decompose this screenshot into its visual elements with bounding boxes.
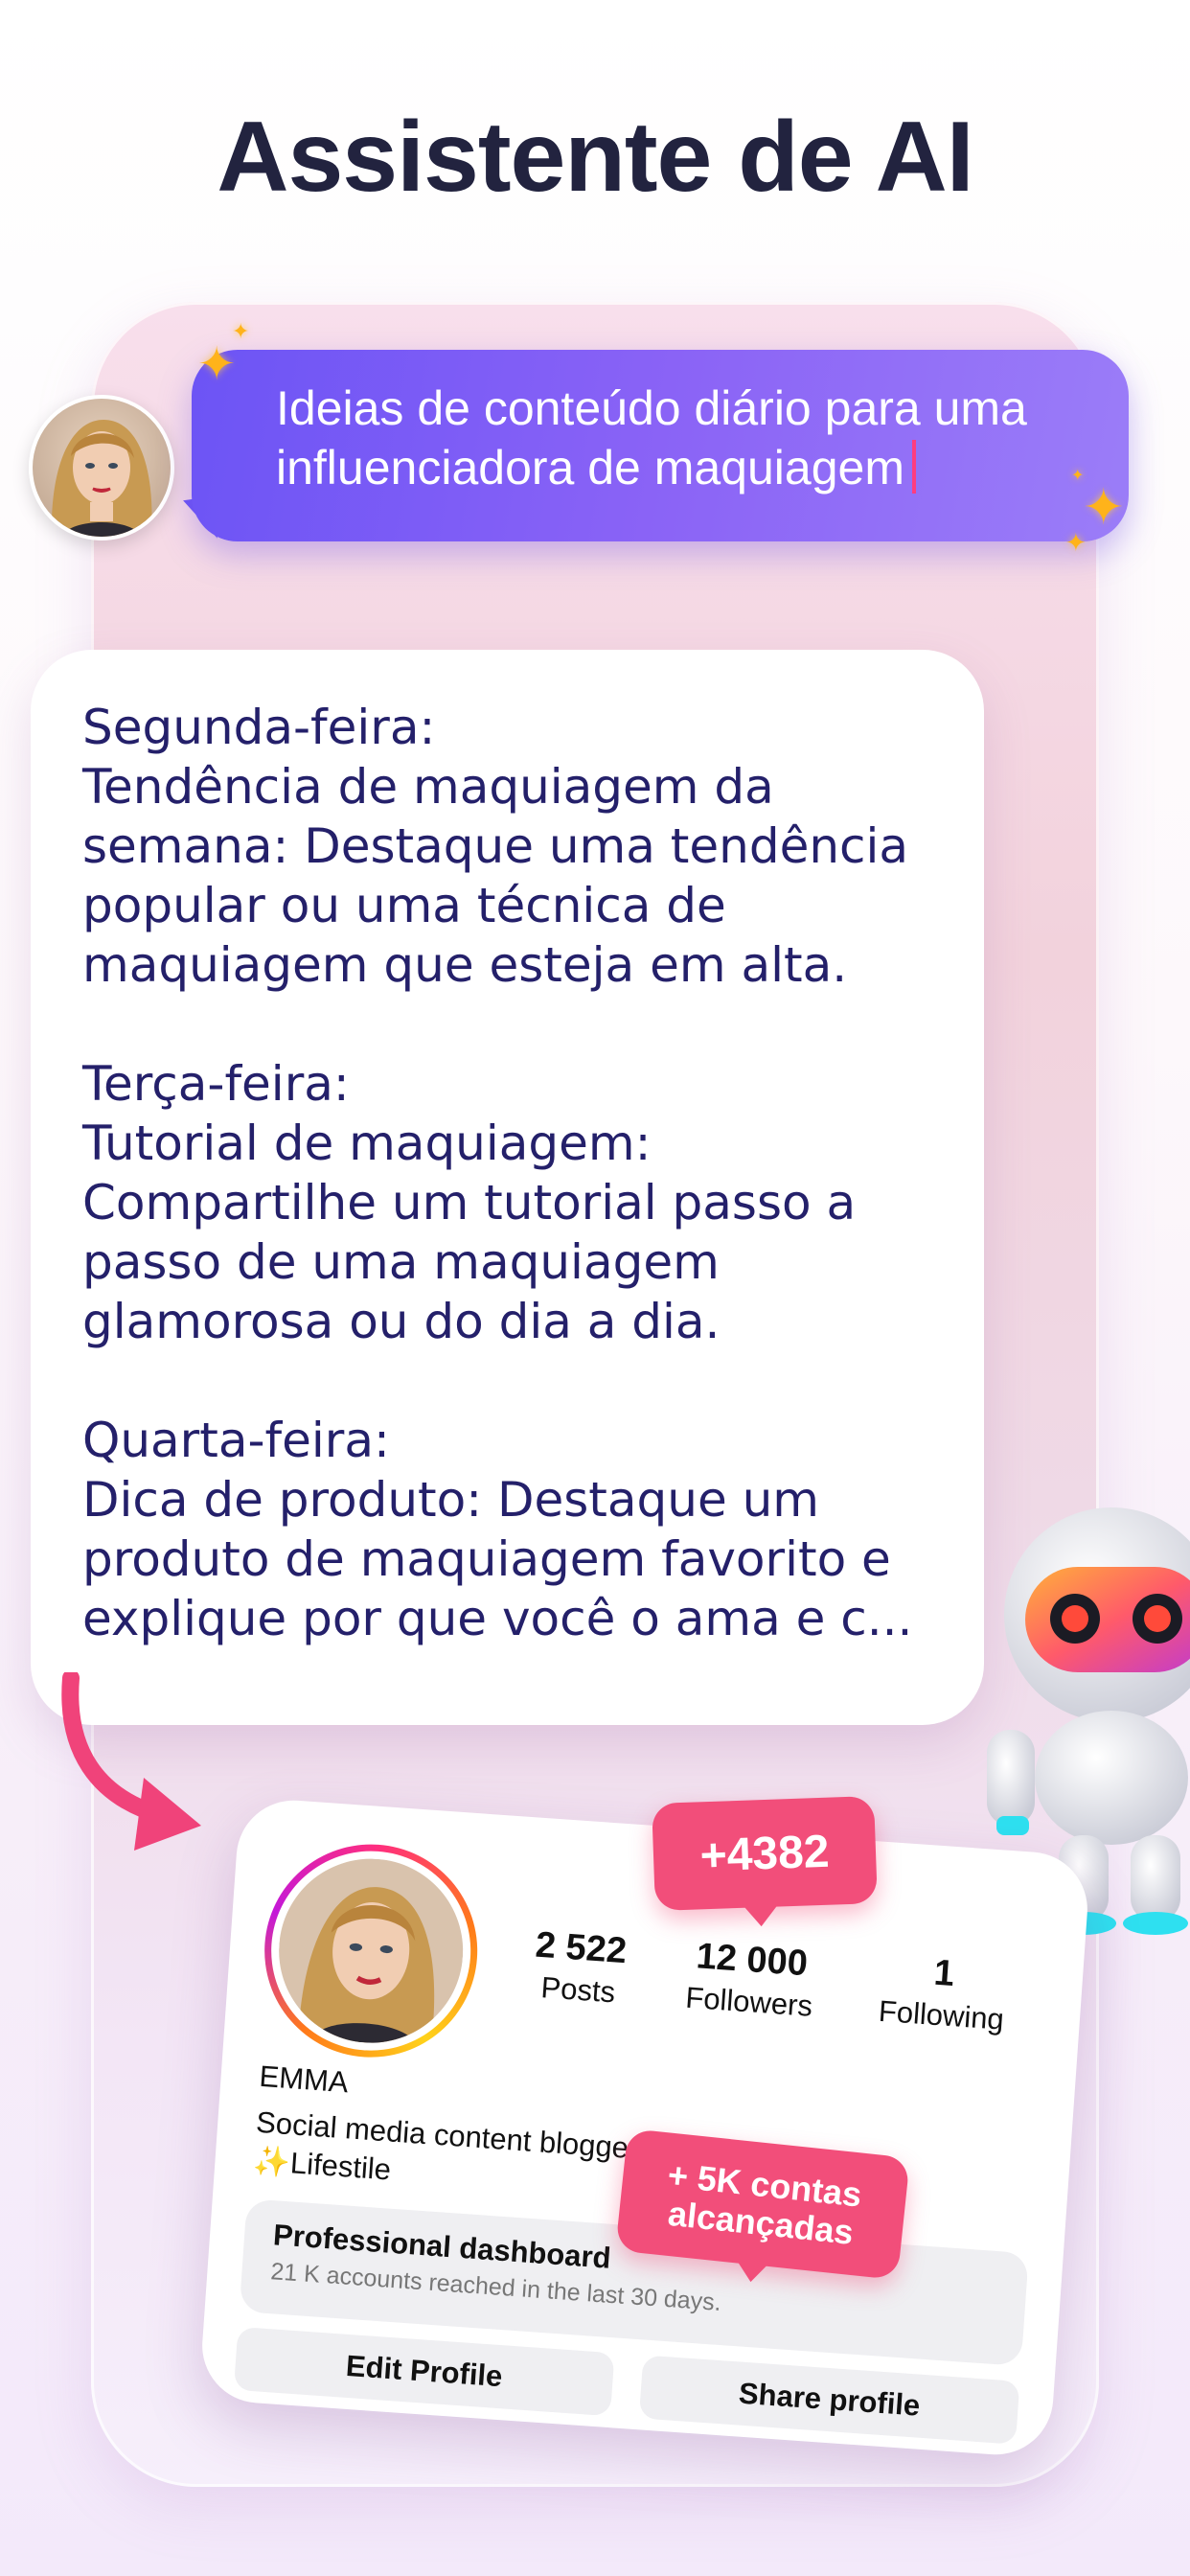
profile-bio: Social media content blogger ✨Lifestile xyxy=(251,2104,639,2217)
text-cursor xyxy=(911,440,916,494)
page-headline: Assistente de AI xyxy=(217,102,973,213)
ai-answer-card: Segunda-feira: Tendência de maquiagem da… xyxy=(31,650,984,1725)
stat-following-value: 1 xyxy=(932,1952,956,1995)
tuesday-body: Tutorial de maquiagem: Compartilhe um tu… xyxy=(82,1116,857,1349)
stat-followers-label: Followers xyxy=(684,1980,814,2023)
profile-avatar-ring xyxy=(257,1837,485,2065)
profile-avatar xyxy=(272,1852,469,2050)
sparkle-icon: ✦ xyxy=(1065,529,1087,558)
sparkle-icon: ✦ xyxy=(1083,479,1125,537)
stat-followers-value: 12 000 xyxy=(695,1936,810,1985)
sparkle-icon: ✦ xyxy=(1071,466,1085,484)
sparkle-icon: ✦ xyxy=(232,320,250,344)
stat-following-label: Following xyxy=(877,1993,1005,2036)
prompt-line-1: Ideias de conteúdo diário para uma xyxy=(276,381,1027,435)
profile-name: EMMA xyxy=(258,2058,350,2100)
woman-portrait-icon xyxy=(272,1852,469,2050)
sparkle-icon: ✦ xyxy=(197,337,237,391)
monday-body: Tendência de maquiagem da semana: Destaq… xyxy=(82,759,909,993)
woman-portrait-icon xyxy=(33,399,171,537)
prompt-text: Ideias de conteúdo diário para uma influ… xyxy=(276,379,1090,497)
edit-profile-button[interactable]: Edit Profile xyxy=(233,2326,615,2417)
share-profile-button[interactable]: Share profile xyxy=(638,2355,1020,2445)
stat-posts[interactable]: 2 522 Posts xyxy=(532,1925,629,2011)
wednesday-title: Quarta-feira: xyxy=(82,1413,390,1468)
tuesday-title: Terça-feira: xyxy=(82,1056,350,1112)
curved-arrow-icon xyxy=(61,1672,201,1851)
wednesday-body: Dica de produto: Destaque um produto de … xyxy=(82,1472,913,1646)
followers-gain-badge: +4382 xyxy=(652,1795,878,1912)
stat-posts-label: Posts xyxy=(539,1970,617,2010)
stat-followers[interactable]: 12 000 Followers xyxy=(684,1936,816,2024)
stat-posts-value: 2 522 xyxy=(534,1924,629,1972)
monday-title: Segunda-feira: xyxy=(82,700,436,755)
stat-following[interactable]: 1 Following xyxy=(878,1949,1008,2037)
prompt-line-2: influenciadora de maquiagem xyxy=(276,441,904,494)
prompt-bubble: Ideias de conteúdo diário para uma influ… xyxy=(192,350,1129,541)
user-avatar xyxy=(29,395,174,540)
instagram-profile-card: 2 522 Posts 12 000 Followers 1 Following… xyxy=(198,1796,1091,2459)
